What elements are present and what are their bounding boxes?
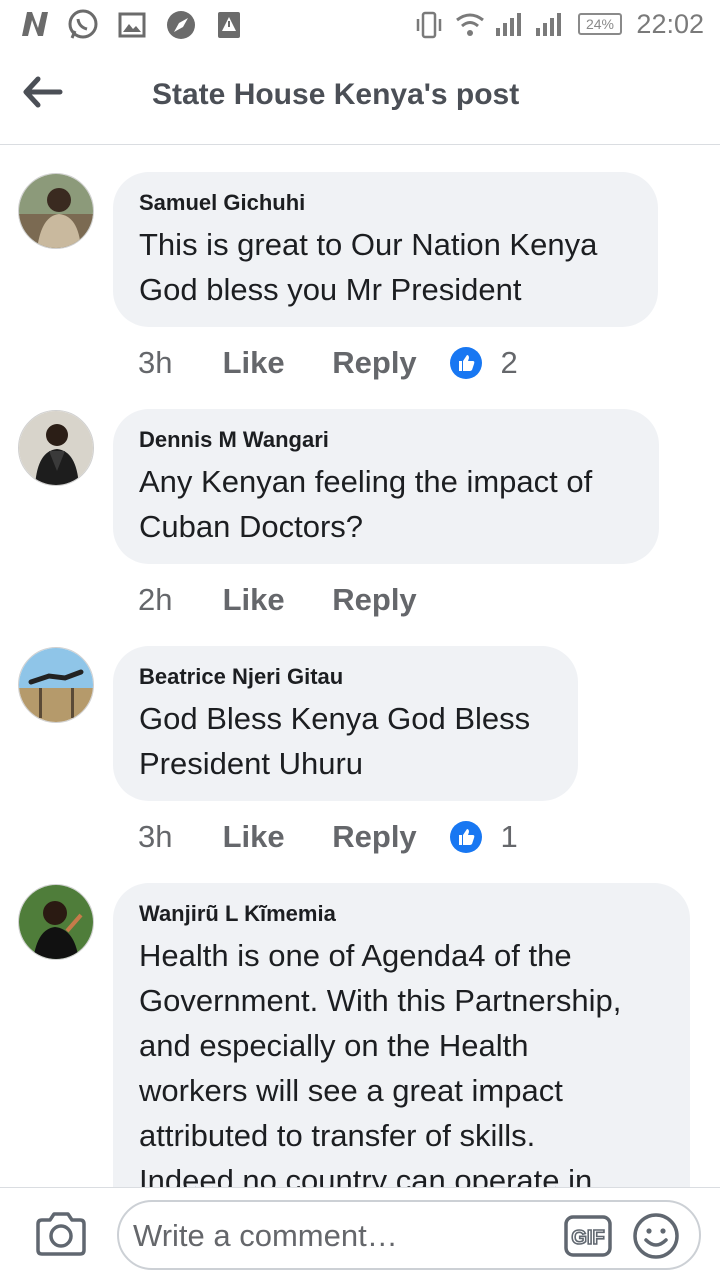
avatar[interactable] bbox=[18, 647, 94, 723]
comment-text: God Bless Kenya God Bless President Uhur… bbox=[139, 701, 531, 781]
battery-indicator: 24% bbox=[578, 13, 622, 35]
comment-input[interactable] bbox=[131, 1212, 555, 1260]
wifi-icon bbox=[456, 13, 484, 36]
avatar[interactable] bbox=[18, 173, 94, 249]
comment-composer: GIF bbox=[0, 1187, 720, 1281]
page-title: State House Kenya's post bbox=[152, 78, 520, 111]
like-reaction-icon[interactable] bbox=[449, 346, 482, 379]
comment-actions: 2h Like Reply bbox=[138, 580, 441, 618]
comment-bubble: Dennis M Wangari Any Kenyan feeling the … bbox=[113, 409, 659, 564]
comment-author[interactable]: Wanjirũ L Kĩmemia bbox=[139, 899, 664, 929]
compass-icon bbox=[167, 11, 195, 39]
svg-text:GIF: GIF bbox=[571, 1227, 604, 1249]
back-arrow-icon bbox=[23, 76, 63, 108]
comment-box: GIF bbox=[117, 1200, 701, 1270]
emoji-icon bbox=[633, 1213, 679, 1259]
avatar[interactable] bbox=[18, 884, 94, 960]
back-button[interactable] bbox=[20, 70, 76, 114]
gif-button[interactable]: GIF bbox=[563, 1213, 613, 1259]
comments-list: Samuel Gichuhi This is great to Our Nati… bbox=[0, 145, 720, 1187]
comment-bubble: Samuel Gichuhi This is great to Our Nati… bbox=[113, 172, 658, 327]
gif-icon: GIF bbox=[564, 1215, 612, 1257]
comment-time: 3h bbox=[138, 818, 173, 854]
like-button[interactable]: Like bbox=[223, 345, 324, 381]
vibrate-icon bbox=[416, 11, 442, 39]
emoji-button[interactable] bbox=[631, 1211, 681, 1261]
reply-button[interactable]: Reply bbox=[332, 582, 441, 618]
signal-icon bbox=[496, 13, 521, 36]
gallery-icon bbox=[118, 12, 146, 38]
comment-text: Health is one of Agenda4 of the Governme… bbox=[139, 938, 622, 1187]
comment-author[interactable]: Dennis M Wangari bbox=[139, 425, 633, 455]
comment-time: 2h bbox=[138, 581, 173, 617]
like-reaction-icon[interactable] bbox=[449, 820, 482, 853]
avatar[interactable] bbox=[18, 410, 94, 486]
comment-bubble: Wanjirũ L Kĩmemia Health is one of Agend… bbox=[113, 883, 690, 1187]
comment-actions: 3h Like Reply 1 bbox=[138, 817, 518, 855]
comment-actions: 3h Like Reply 2 bbox=[138, 343, 518, 381]
like-button[interactable]: Like bbox=[223, 819, 324, 855]
whatsapp-icon bbox=[68, 9, 98, 39]
reply-button[interactable]: Reply bbox=[332, 819, 441, 855]
reply-button[interactable]: Reply bbox=[332, 345, 441, 381]
status-bar: 24% 22:02 bbox=[0, 0, 720, 50]
post-header: State House Kenya's post bbox=[0, 50, 720, 145]
alert-icon bbox=[218, 12, 240, 38]
like-button[interactable]: Like bbox=[223, 582, 324, 618]
comment-text: Any Kenyan feeling the impact of Cuban D… bbox=[139, 464, 593, 544]
signal-icon bbox=[536, 13, 561, 36]
n-app-icon bbox=[22, 12, 48, 36]
reaction-count[interactable]: 1 bbox=[501, 819, 518, 855]
camera-button[interactable] bbox=[34, 1210, 88, 1258]
comment-time: 3h bbox=[138, 344, 173, 380]
status-time: 22:02 bbox=[636, 9, 704, 39]
comment-bubble: Beatrice Njeri Gitau God Bless Kenya God… bbox=[113, 646, 578, 801]
comment-author[interactable]: Samuel Gichuhi bbox=[139, 188, 632, 218]
reaction-count[interactable]: 2 bbox=[501, 345, 518, 381]
comment-text: This is great to Our Nation Kenya God bl… bbox=[139, 227, 598, 307]
camera-icon bbox=[36, 1212, 86, 1256]
comment-author[interactable]: Beatrice Njeri Gitau bbox=[139, 662, 552, 692]
